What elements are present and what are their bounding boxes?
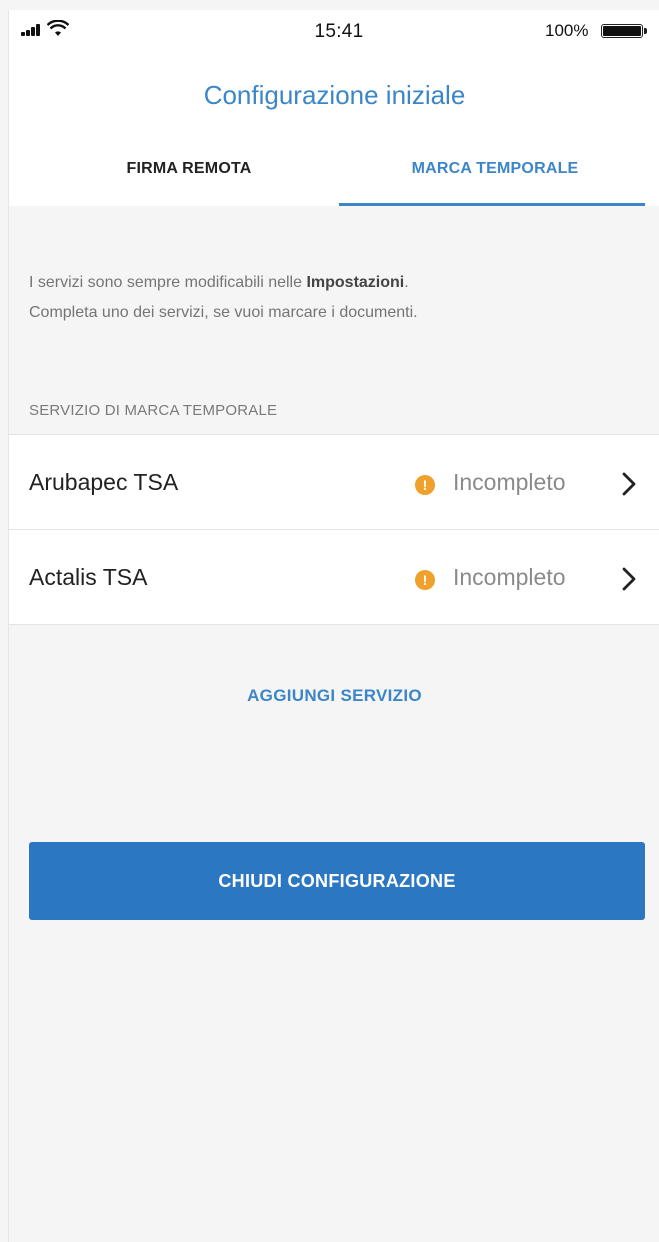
service-name: Actalis TSA	[29, 564, 148, 590]
service-name: Arubapec TSA	[29, 469, 179, 495]
active-tab-indicator	[339, 203, 645, 206]
warning-icon: !	[415, 570, 435, 590]
signal-icon	[21, 24, 43, 36]
section-label: SERVIZIO DI MARCA TEMPORALE	[29, 402, 278, 419]
service-status: Incompleto	[453, 564, 566, 590]
info-text-line2: Completa uno dei servizi, se vuoi marcar…	[29, 304, 418, 321]
status-time: 15:41	[314, 21, 364, 42]
chevron-right-icon	[622, 472, 636, 496]
page-title: Configurazione iniziale	[203, 80, 466, 110]
battery-icon	[601, 24, 643, 38]
service-list: Arubapec TSA ! Incompleto Actalis TSA ! …	[9, 434, 659, 625]
settings-link-text: Impostazioni	[306, 274, 405, 291]
chevron-right-icon	[622, 567, 636, 591]
close-configuration-button[interactable]: CHIUDI CONFIGURAZIONE	[29, 842, 645, 920]
info-text-start: I servizi sono sempre modificabili nelle	[29, 274, 307, 291]
tab-marca-temporale[interactable]: MARCA TEMPORALE	[339, 160, 651, 178]
app-screen: 15:41 100% Configurazione iniziale FIRMA…	[8, 10, 659, 1242]
info-text: I servizi sono sempre modificabili nelle…	[29, 268, 649, 328]
tab-firma-remota[interactable]: FIRMA REMOTA	[69, 160, 309, 178]
service-row-actalis[interactable]: Actalis TSA ! Incompleto	[9, 530, 659, 624]
service-row-arubapec[interactable]: Arubapec TSA ! Incompleto	[9, 435, 659, 530]
battery-percent: 100%	[545, 21, 589, 40]
info-text-end: .	[404, 274, 409, 291]
status-bar: 15:41 100%	[9, 10, 659, 50]
service-status: Incompleto	[453, 469, 566, 495]
add-service-button[interactable]: AGGIUNGI SERVIZIO	[9, 686, 659, 706]
battery-cap	[644, 28, 647, 34]
wifi-icon	[47, 20, 69, 36]
warning-icon: !	[415, 475, 435, 495]
